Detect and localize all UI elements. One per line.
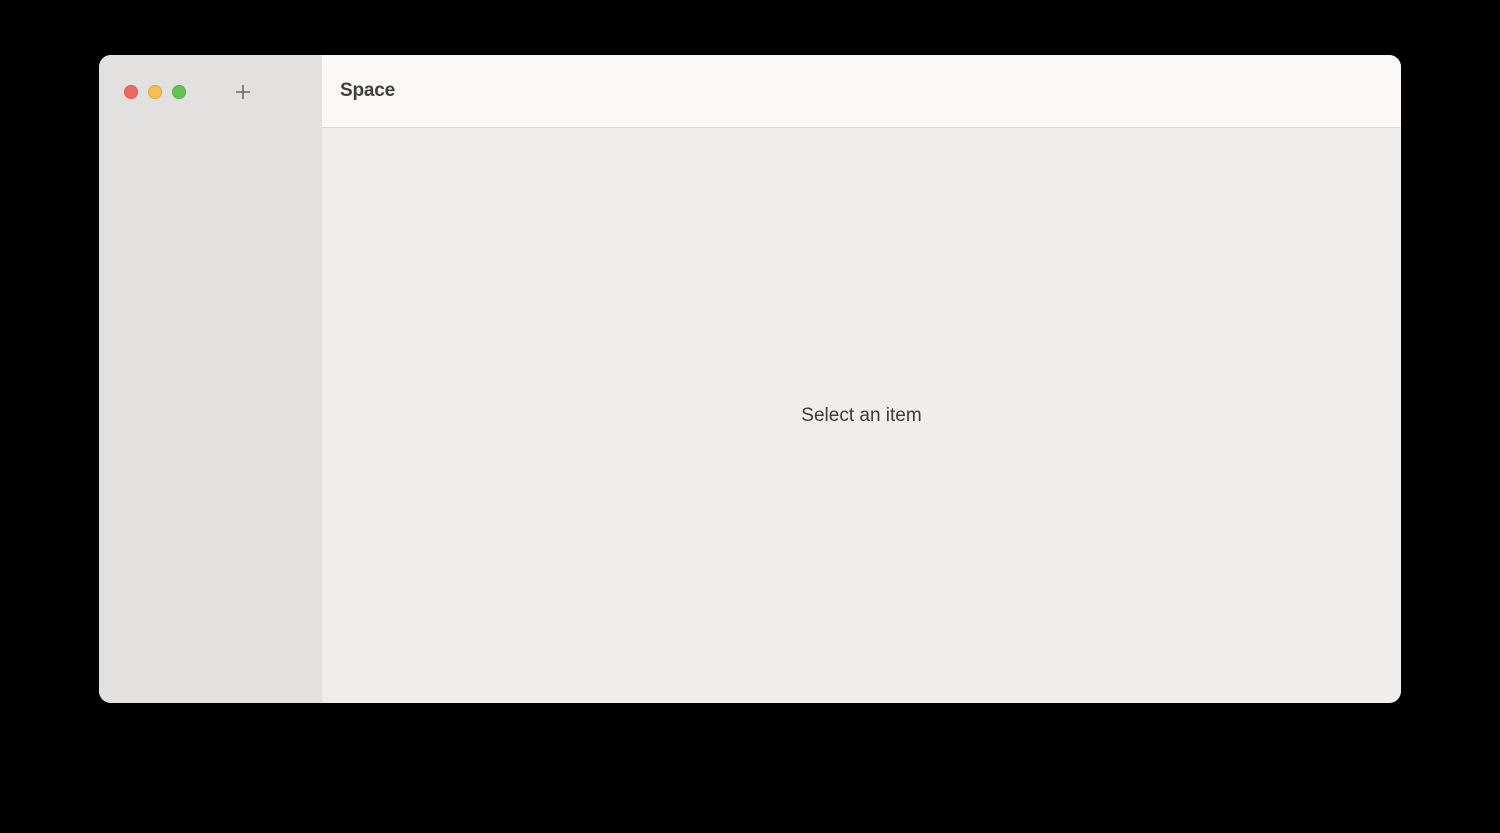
plus-icon: [234, 83, 252, 101]
content-area: Select an item: [322, 128, 1401, 703]
sidebar: [99, 55, 322, 703]
titlebar: Space: [322, 55, 1401, 128]
app-window: Space Select an item: [99, 55, 1401, 703]
minimize-window-button[interactable]: [148, 85, 162, 99]
main-area: Space Select an item: [322, 55, 1401, 703]
zoom-window-button[interactable]: [172, 85, 186, 99]
add-button[interactable]: [232, 81, 254, 103]
window-controls: [124, 85, 186, 99]
close-window-button[interactable]: [124, 85, 138, 99]
empty-state-text: Select an item: [801, 405, 921, 427]
window-title: Space: [340, 80, 395, 102]
sidebar-toolbar: [99, 55, 322, 128]
